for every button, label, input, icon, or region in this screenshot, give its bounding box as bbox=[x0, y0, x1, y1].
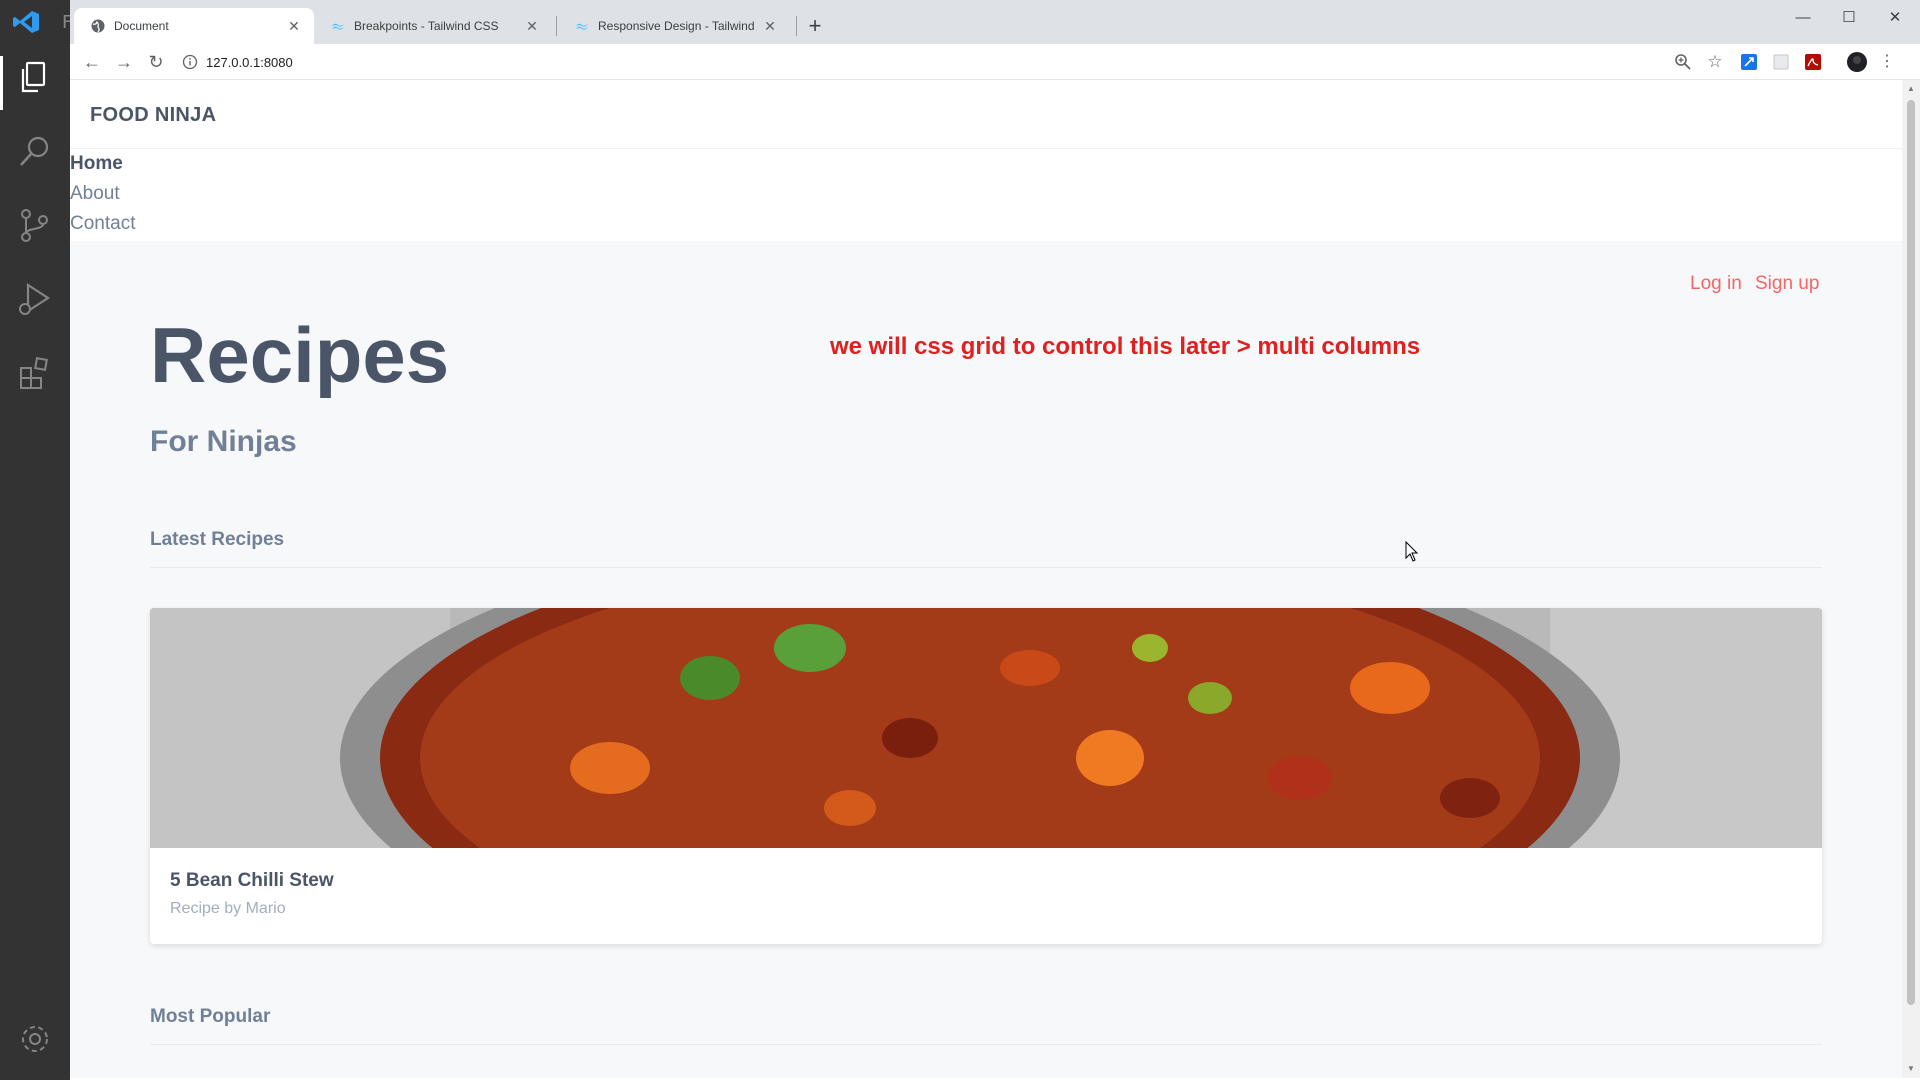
scroll-down-arrow-icon[interactable]: ▼ bbox=[1906, 1064, 1916, 1074]
globe-icon bbox=[91, 19, 105, 33]
tab-title: Responsive Design - Tailwind CSS bbox=[598, 19, 756, 33]
section-divider bbox=[150, 1044, 1822, 1045]
recipe-title[interactable]: 5 Bean Chilli Stew bbox=[170, 870, 334, 892]
nav-contact-link[interactable]: Contact bbox=[70, 213, 135, 235]
page-scrollbar[interactable]: ▲ ▼ bbox=[1902, 80, 1920, 1078]
page-viewport: FOOD NINJA Home About Contact Log in Sig… bbox=[70, 80, 1902, 1078]
extension-blue-icon[interactable] bbox=[1740, 53, 1758, 71]
video-annotation: we will css grid to control this later >… bbox=[830, 333, 1421, 360]
section-divider bbox=[150, 567, 1822, 568]
tab-document[interactable]: Document ✕ bbox=[74, 8, 314, 44]
mouse-cursor-icon bbox=[1405, 541, 1419, 562]
tab-close-icon[interactable]: ✕ bbox=[286, 18, 302, 35]
site-header: FOOD NINJA Home About Contact bbox=[70, 80, 1902, 241]
tab-title: Document bbox=[114, 19, 169, 33]
forward-arrow-icon[interactable]: → bbox=[112, 50, 136, 74]
maximize-icon[interactable]: ☐ bbox=[1826, 4, 1872, 32]
address-bar[interactable]: 127.0.0.1:8080 bbox=[178, 48, 1768, 76]
source-control-icon[interactable] bbox=[16, 206, 54, 244]
tab-separator bbox=[796, 16, 797, 36]
login-link[interactable]: Log in bbox=[1690, 273, 1742, 295]
url-text: 127.0.0.1:8080 bbox=[206, 54, 293, 70]
tailwind-logo-icon bbox=[576, 23, 588, 30]
tab-close-icon[interactable]: ✕ bbox=[524, 18, 540, 35]
scroll-up-arrow-icon[interactable]: ▲ bbox=[1906, 84, 1916, 94]
new-tab-button[interactable]: + bbox=[802, 13, 828, 39]
nav-about-link[interactable]: About bbox=[70, 183, 120, 205]
page-subtitle: For Ninjas bbox=[150, 425, 297, 458]
settings-gear-icon[interactable] bbox=[16, 1020, 54, 1058]
extension-gray-icon[interactable] bbox=[1772, 53, 1790, 71]
tab-breakpoints[interactable]: Breakpoints - Tailwind CSS ✕ bbox=[314, 8, 552, 44]
recipe-image bbox=[150, 608, 1822, 848]
browser-toolbar: ← → ↻ 127.0.0.1:8080 ☆ ⋮ bbox=[70, 44, 1920, 80]
avatar[interactable] bbox=[1846, 51, 1868, 73]
scroll-thumb[interactable] bbox=[1907, 100, 1915, 1005]
vscode-logo-icon bbox=[13, 11, 39, 33]
browser-menu-icon[interactable]: ⋮ bbox=[1878, 53, 1896, 71]
tab-close-icon[interactable]: ✕ bbox=[762, 18, 778, 35]
brand-logo[interactable]: FOOD NINJA bbox=[90, 104, 216, 127]
close-window-icon[interactable]: ✕ bbox=[1872, 4, 1918, 32]
header-divider bbox=[70, 148, 1902, 149]
nav-home-link[interactable]: Home bbox=[70, 153, 123, 175]
pdf-extension-icon[interactable] bbox=[1804, 53, 1822, 71]
bookmark-star-icon[interactable]: ☆ bbox=[1706, 53, 1724, 71]
page-title: Recipes bbox=[150, 311, 450, 399]
signup-link[interactable]: Sign up bbox=[1755, 273, 1819, 295]
recipe-card[interactable]: 5 Bean Chilli Stew Recipe by Mario bbox=[150, 608, 1822, 944]
vscode-activity-bar: F bbox=[0, 0, 72, 1080]
tab-separator bbox=[556, 16, 557, 36]
run-debug-icon[interactable] bbox=[16, 280, 54, 318]
explorer-icon[interactable] bbox=[16, 58, 54, 96]
site-info-icon[interactable] bbox=[182, 54, 198, 70]
most-popular-heading: Most Popular bbox=[150, 1006, 271, 1027]
tab-responsive-design[interactable]: Responsive Design - Tailwind CSS ✕ bbox=[558, 8, 790, 44]
tab-strip: Document ✕ Breakpoints - Tailwind CSS ✕ … bbox=[70, 0, 1920, 44]
recipe-author: Recipe by Mario bbox=[170, 900, 286, 917]
extensions-icon[interactable] bbox=[16, 354, 54, 392]
search-icon[interactable] bbox=[16, 132, 54, 170]
active-indicator bbox=[0, 56, 3, 110]
tailwind-logo-icon bbox=[332, 23, 344, 30]
latest-recipes-heading: Latest Recipes bbox=[150, 529, 285, 550]
reload-icon[interactable]: ↻ bbox=[144, 50, 168, 74]
tab-title: Breakpoints - Tailwind CSS bbox=[354, 19, 499, 33]
zoom-icon[interactable] bbox=[1674, 53, 1692, 71]
back-arrow-icon[interactable]: ← bbox=[80, 50, 104, 74]
minimize-icon[interactable]: — bbox=[1780, 4, 1826, 32]
browser-window: Document ✕ Breakpoints - Tailwind CSS ✕ … bbox=[70, 0, 1920, 1080]
